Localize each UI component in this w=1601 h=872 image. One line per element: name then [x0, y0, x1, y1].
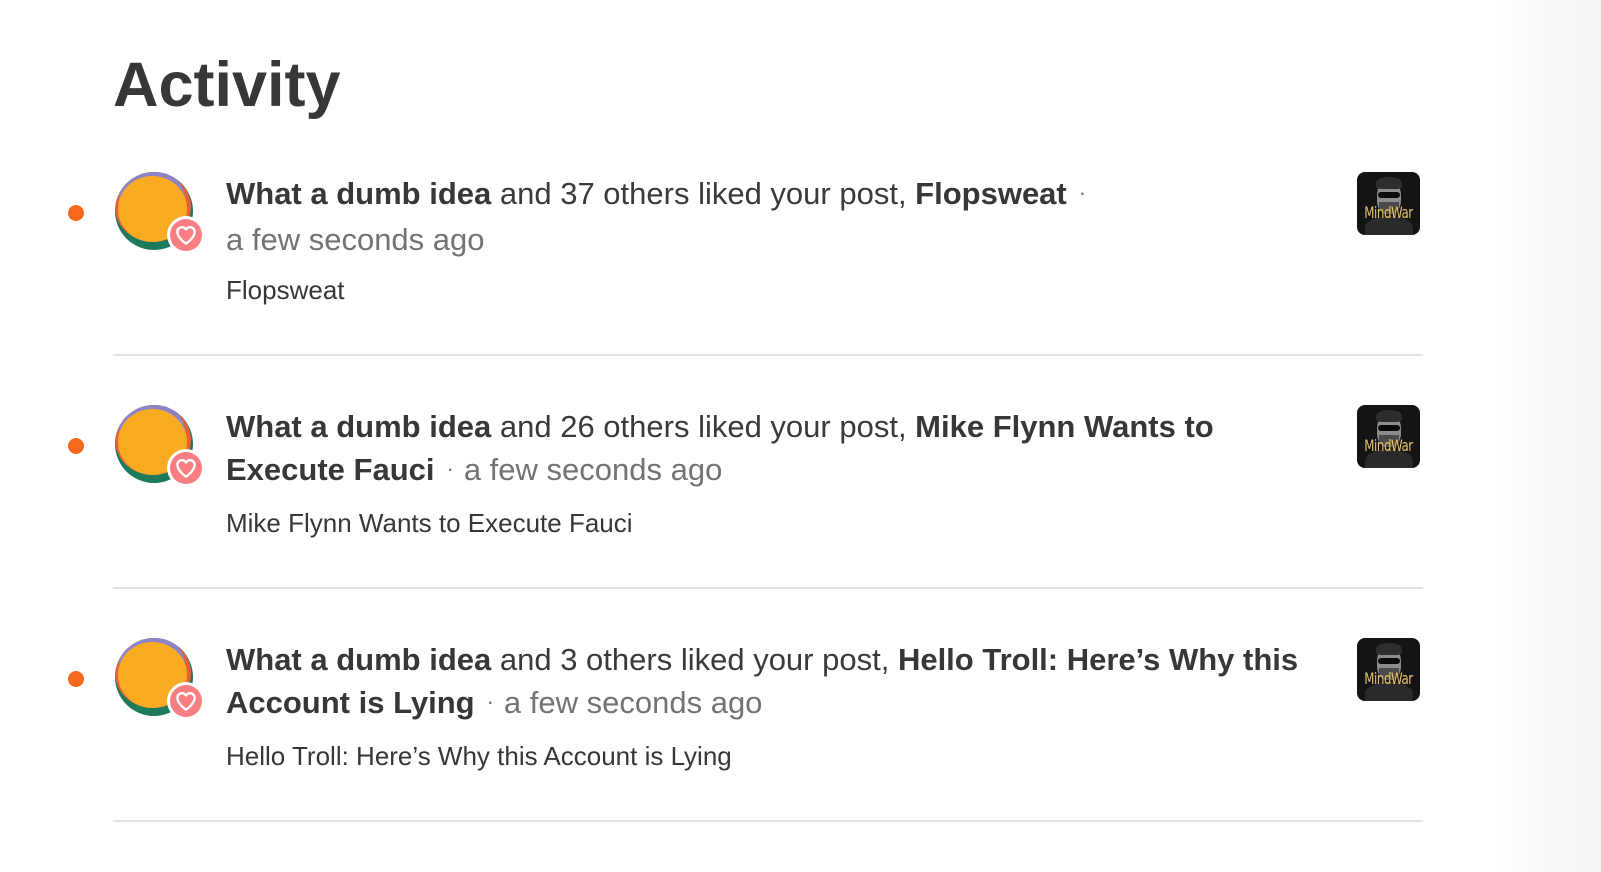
like-badge	[167, 682, 205, 720]
user-avatar[interactable]	[115, 638, 205, 720]
heart-icon	[176, 692, 196, 711]
thumbnail-logo-text: MindWar	[1364, 436, 1413, 455]
post-thumbnail[interactable]: MindWar	[1357, 405, 1420, 468]
timestamp: a few seconds ago	[226, 222, 485, 257]
unread-indicator-dot	[68, 671, 84, 687]
user-avatar[interactable]	[115, 405, 205, 487]
action-text: and 37 others liked your post,	[491, 176, 916, 211]
user-avatar[interactable]	[115, 172, 205, 254]
post-thumbnail[interactable]: MindWar	[1357, 172, 1420, 235]
post-excerpt: Flopsweat	[226, 275, 345, 305]
post-excerpt: Hello Troll: Here’s Why this Account is …	[226, 741, 732, 771]
post-thumbnail[interactable]: MindWar	[1357, 638, 1420, 701]
thumbnail-logo-text: MindWar	[1364, 669, 1413, 688]
activity-item[interactable]: What a dumb idea and 26 others liked you…	[0, 383, 1601, 616]
actor-link[interactable]: What a dumb idea	[226, 409, 491, 444]
activity-item[interactable]: What a dumb idea and 3 others liked your…	[0, 616, 1601, 849]
activity-headline: What a dumb idea and 37 others liked you…	[226, 172, 1306, 261]
activity-page: Activity What a dumb idea and 37 others …	[0, 0, 1601, 872]
like-badge	[167, 449, 205, 487]
page-title: Activity	[113, 50, 341, 120]
activity-content: What a dumb idea and 37 others liked you…	[226, 172, 1306, 307]
activity-headline: What a dumb idea and 3 others liked your…	[226, 638, 1306, 727]
action-text: and 3 others liked your post,	[491, 642, 898, 677]
activity-item[interactable]: What a dumb idea and 37 others liked you…	[0, 150, 1601, 383]
activity-content: What a dumb idea and 26 others liked you…	[226, 405, 1306, 540]
heart-icon	[176, 459, 196, 478]
separator-dot: ·	[446, 456, 454, 481]
unread-indicator-dot	[68, 205, 84, 221]
actor-link[interactable]: What a dumb idea	[226, 642, 491, 677]
separator-dot: ·	[486, 689, 494, 714]
activity-feed: What a dumb idea and 37 others liked you…	[0, 150, 1601, 849]
action-text: and 26 others liked your post,	[491, 409, 916, 444]
post-excerpt: Mike Flynn Wants to Execute Fauci	[226, 508, 633, 538]
post-title-link[interactable]: Flopsweat	[915, 176, 1067, 211]
activity-content: What a dumb idea and 3 others liked your…	[226, 638, 1306, 773]
actor-link[interactable]: What a dumb idea	[226, 176, 491, 211]
like-badge	[167, 216, 205, 254]
thumbnail-logo-text: MindWar	[1364, 203, 1413, 222]
heart-icon	[176, 226, 196, 245]
unread-indicator-dot	[68, 438, 84, 454]
timestamp: a few seconds ago	[463, 452, 723, 487]
separator-dot: ·	[1078, 180, 1087, 205]
divider	[113, 587, 1423, 589]
divider	[113, 820, 1423, 822]
divider	[113, 354, 1423, 356]
timestamp: a few seconds ago	[503, 685, 763, 720]
activity-headline: What a dumb idea and 26 others liked you…	[226, 405, 1306, 494]
